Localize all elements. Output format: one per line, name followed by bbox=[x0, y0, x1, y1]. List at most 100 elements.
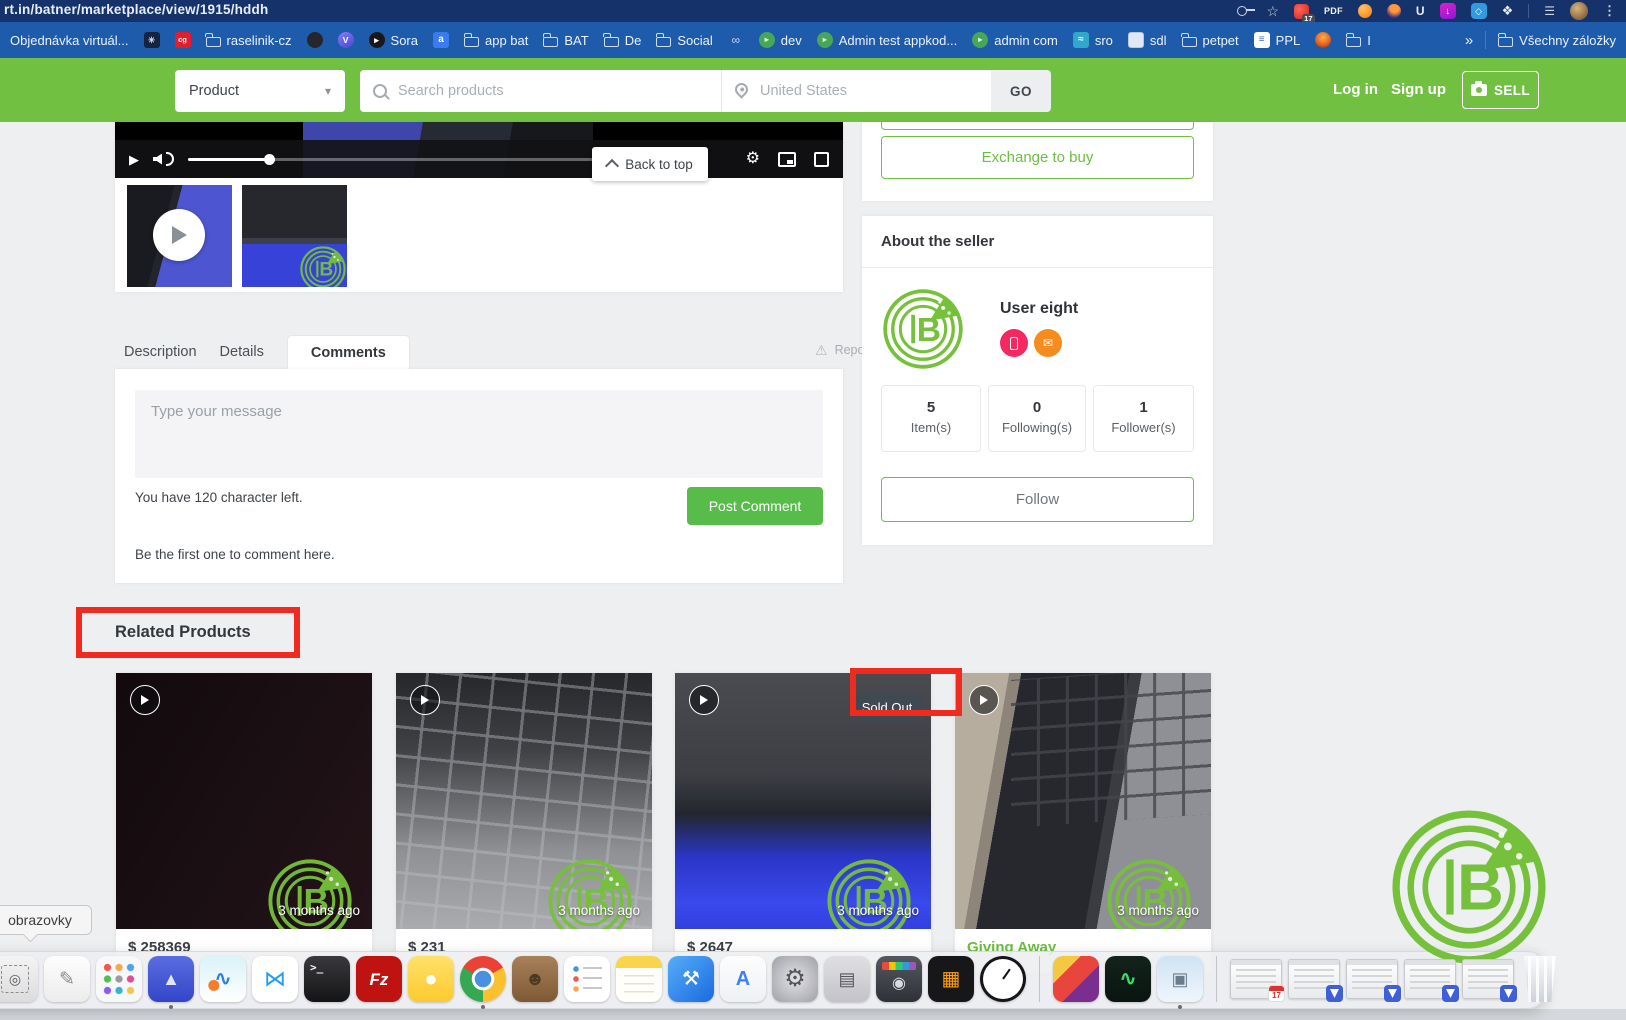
bookmark-item[interactable]: ▸dev bbox=[759, 32, 802, 48]
exchange-to-buy-button[interactable]: Exchange to buy bbox=[881, 136, 1194, 179]
signup-link[interactable]: Sign up bbox=[1391, 81, 1446, 98]
search-input[interactable] bbox=[396, 82, 708, 100]
video-settings-icon[interactable]: ⚙ bbox=[746, 151, 760, 167]
picture-in-picture-icon[interactable] bbox=[778, 152, 796, 167]
photo-booth-icon[interactable]: ◉ bbox=[876, 956, 922, 1002]
filezilla-icon[interactable]: Fz bbox=[356, 956, 402, 1002]
bookmark-item[interactable]: ≡PPL bbox=[1254, 32, 1301, 48]
bookmark-star-icon[interactable]: ☆ bbox=[1266, 4, 1279, 18]
follow-button[interactable]: Follow bbox=[881, 477, 1194, 522]
pdf-extension-icon[interactable]: PDF bbox=[1324, 6, 1343, 16]
partial-button[interactable] bbox=[881, 122, 1194, 130]
bookmark-item[interactable]: a bbox=[433, 32, 449, 48]
photo-thumbnail[interactable]: B bbox=[242, 185, 347, 287]
location-input[interactable] bbox=[758, 82, 978, 100]
bookmark-item[interactable]: Social bbox=[656, 33, 712, 48]
whiteboard-app-icon[interactable]: ∿ bbox=[200, 956, 246, 1002]
video-player[interactable]: ▶ 50 ⚙ bbox=[115, 122, 843, 178]
orange-extension-icon[interactable] bbox=[1358, 4, 1372, 18]
bookmark-item[interactable]: I bbox=[1346, 33, 1371, 48]
back-to-top-button[interactable]: Back to top bbox=[592, 147, 708, 181]
password-key-icon[interactable] bbox=[1237, 6, 1247, 16]
bookmark-item[interactable]: ▸Admin test appkod... bbox=[817, 32, 958, 48]
minimized-window[interactable] bbox=[1462, 959, 1514, 999]
play-icon[interactable]: ▶ bbox=[129, 153, 139, 166]
download-extension-icon[interactable]: ↓ bbox=[1440, 3, 1456, 19]
bookmark-item[interactable]: V bbox=[338, 32, 354, 48]
post-comment-button[interactable]: Post Comment bbox=[687, 487, 823, 525]
bookmarks-overflow-chevron[interactable]: » bbox=[1465, 32, 1473, 49]
flame-extension-icon[interactable] bbox=[1387, 4, 1401, 18]
product-card[interactable]: B3 months agoSold Out$ 2647 bbox=[674, 672, 932, 974]
bookmark-item[interactable]: ∞ bbox=[728, 32, 744, 48]
product-card[interactable]: B3 months ago$ 231 bbox=[395, 672, 653, 974]
reminders-icon[interactable] bbox=[564, 956, 610, 1002]
minimized-window[interactable] bbox=[1288, 959, 1340, 999]
calculator-icon[interactable]: ▦ bbox=[928, 956, 974, 1002]
browser-menu-icon[interactable]: ⋮ bbox=[1603, 3, 1616, 19]
bookmark-item[interactable]: Objednávka virtuál... bbox=[10, 33, 129, 48]
product-card[interactable]: B3 months ago$ 258369 bbox=[115, 672, 373, 974]
volume-icon[interactable] bbox=[153, 154, 162, 165]
minimized-window[interactable] bbox=[1346, 959, 1398, 999]
launchpad-icon[interactable] bbox=[96, 956, 142, 1002]
contacts-icon[interactable]: ☻ bbox=[512, 956, 558, 1002]
cyberduck-icon[interactable]: ● bbox=[408, 956, 454, 1002]
bookmark-item[interactable] bbox=[1315, 32, 1331, 48]
search-field[interactable] bbox=[360, 70, 721, 112]
comment-input[interactable] bbox=[135, 390, 823, 478]
diamond-extension-icon[interactable]: ◇ bbox=[1471, 3, 1487, 19]
minimized-window[interactable]: 17 bbox=[1230, 959, 1282, 999]
bookmark-item[interactable]: raselinik-cz bbox=[206, 33, 292, 48]
chrome-icon[interactable] bbox=[460, 956, 506, 1002]
all-bookmarks[interactable]: Všechny záložky bbox=[1498, 33, 1616, 48]
bookmark-item[interactable]: ✳ bbox=[144, 32, 160, 48]
bookmark-item[interactable]: ▸Sora bbox=[369, 32, 418, 48]
category-dropdown[interactable]: Product ▾ bbox=[175, 70, 345, 112]
developer-tool-icon[interactable]: A bbox=[720, 956, 766, 1002]
vscode-icon[interactable]: ⋈ bbox=[252, 956, 298, 1002]
bookmark-item[interactable]: De bbox=[604, 33, 642, 48]
video-thumbnail[interactable] bbox=[127, 185, 232, 287]
video-progress-knob[interactable] bbox=[264, 154, 275, 165]
bookmark-item[interactable]: petpet bbox=[1182, 33, 1239, 48]
phone-contact-icon[interactable] bbox=[1000, 329, 1028, 357]
tab-details[interactable]: Details bbox=[220, 335, 264, 369]
bookmark-item[interactable]: ▸admin com bbox=[972, 32, 1058, 48]
tab-description[interactable]: Description bbox=[124, 335, 197, 369]
acrobat-extension-icon[interactable]: 17 bbox=[1294, 4, 1309, 19]
go-button[interactable]: GO bbox=[991, 70, 1051, 112]
product-card[interactable]: B3 months agoGiving Away bbox=[954, 672, 1212, 974]
sell-button[interactable]: SELL bbox=[1462, 71, 1539, 109]
seller-avatar[interactable]: B bbox=[881, 287, 965, 371]
reading-list-icon[interactable]: ☰ bbox=[1544, 4, 1555, 18]
trash-icon[interactable] bbox=[1520, 956, 1560, 1002]
activity-monitor-icon[interactable]: ∿ bbox=[1105, 956, 1151, 1002]
printer-icon[interactable]: ▤ bbox=[824, 956, 870, 1002]
screenshot-tool-icon[interactable]: ◎ bbox=[0, 956, 38, 1002]
bookmark-item[interactable]: BAT bbox=[543, 33, 588, 48]
video-progress-bar[interactable] bbox=[188, 158, 640, 161]
profile-avatar[interactable] bbox=[1570, 2, 1588, 20]
bookmark-item[interactable]: ≈sro bbox=[1073, 32, 1113, 48]
url-bar[interactable]: rt.in/batner/marketplace/view/1915/hddh bbox=[4, 2, 268, 17]
login-link[interactable]: Log in bbox=[1333, 81, 1378, 98]
bookmark-item[interactable]: app bat bbox=[464, 33, 528, 48]
system-settings-icon[interactable]: ⚙ bbox=[772, 956, 818, 1002]
clock-icon[interactable] bbox=[980, 956, 1026, 1002]
email-contact-icon[interactable]: ✉ bbox=[1034, 329, 1062, 357]
seller-name[interactable]: User eight bbox=[1000, 300, 1078, 318]
textedit-icon[interactable]: ✎ bbox=[44, 956, 90, 1002]
u-extension-icon[interactable]: U bbox=[1416, 4, 1425, 18]
bookmark-item[interactable]: cg bbox=[175, 32, 191, 48]
image-capture-icon[interactable]: ▣ bbox=[1157, 956, 1203, 1002]
bookmark-item[interactable]: sdl bbox=[1128, 32, 1167, 48]
blue-media-app-icon[interactable]: ▲ bbox=[148, 956, 194, 1002]
media-app-icon[interactable] bbox=[1053, 956, 1099, 1002]
fullscreen-icon[interactable] bbox=[814, 152, 829, 167]
bookmark-item[interactable] bbox=[307, 32, 323, 48]
xcode-icon[interactable]: ⚒ bbox=[668, 956, 714, 1002]
notes-icon[interactable] bbox=[616, 956, 662, 1002]
minimized-window[interactable] bbox=[1404, 959, 1456, 999]
location-field[interactable] bbox=[721, 70, 991, 112]
